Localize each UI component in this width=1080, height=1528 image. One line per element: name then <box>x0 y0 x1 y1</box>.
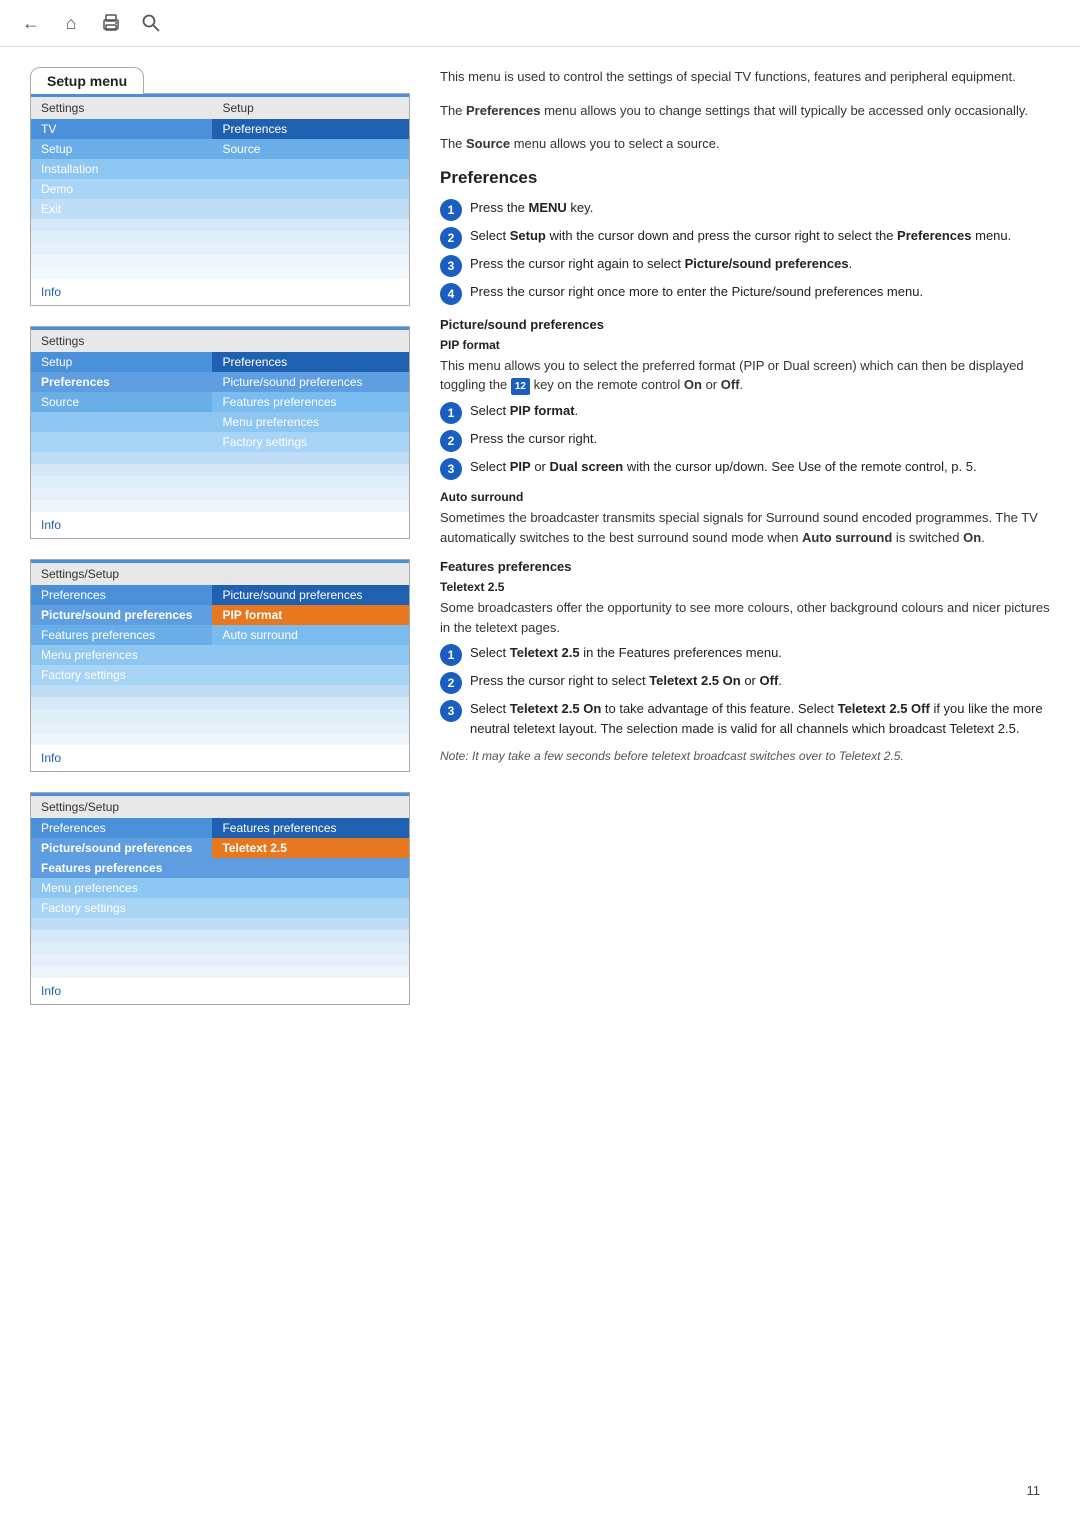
table-row[interactable]: Preferences Features preferences <box>31 818 409 838</box>
teletext-step-3: 3 Select Teletext 2.5 On to take advanta… <box>440 699 1050 738</box>
auto-surround-title: Auto surround <box>440 490 1050 504</box>
table-row <box>31 942 409 954</box>
table-row <box>31 685 409 697</box>
panel-3-table: Settings/Setup Preferences Picture/sound… <box>31 563 409 745</box>
panel-2-info: Info <box>31 512 409 538</box>
pip-step-2: 2 Press the cursor right. <box>440 429 1050 452</box>
table-row: Factory settings <box>31 665 409 685</box>
table-row[interactable]: Preferences Picture/sound preferences <box>31 372 409 392</box>
back-icon[interactable]: ← <box>20 12 42 34</box>
panel-1-header-right: Setup <box>212 97 409 119</box>
table-row[interactable]: Features preferences <box>31 858 409 878</box>
table-row <box>31 243 409 255</box>
toolbar: ← ⌂ <box>0 0 1080 47</box>
table-row <box>31 954 409 966</box>
auto-surround-body: Sometimes the broadcaster transmits spec… <box>440 508 1050 547</box>
table-row <box>31 476 409 488</box>
step-2: 2 Select Setup with the cursor down and … <box>440 226 1050 249</box>
intro-text-3: The Source menu allows you to select a s… <box>440 134 1050 154</box>
panel-1-header-left: Settings <box>31 97 212 119</box>
teletext-steps: 1 Select Teletext 2.5 in the Features pr… <box>440 643 1050 738</box>
panel-3-header: Settings/Setup <box>31 563 409 585</box>
table-row: Factory settings <box>31 898 409 918</box>
table-row <box>31 697 409 709</box>
panel-1-header: Settings Setup <box>31 97 409 119</box>
table-row <box>31 709 409 721</box>
section-preferences-title: Preferences <box>440 168 1050 188</box>
table-row <box>31 464 409 476</box>
panel-4-info: Info <box>31 978 409 1004</box>
panel-3: Settings/Setup Preferences Picture/sound… <box>30 559 410 772</box>
teletext-body: Some broadcasters offer the opportunity … <box>440 598 1050 637</box>
teletext-title: Teletext 2.5 <box>440 580 1050 594</box>
table-row: Menu preferences <box>31 412 409 432</box>
table-row[interactable]: Demo <box>31 179 409 199</box>
table-row <box>31 966 409 978</box>
table-row[interactable]: Exit <box>31 199 409 219</box>
table-row <box>31 267 409 279</box>
table-row <box>31 488 409 500</box>
right-column: This menu is used to control the setting… <box>440 67 1050 1025</box>
table-row[interactable]: Picture/sound preferences PIP format <box>31 605 409 625</box>
panel-4: Settings/Setup Preferences Features pref… <box>30 792 410 1005</box>
panel-2-table: Settings Setup Preferences Preferences P… <box>31 330 409 512</box>
step-3: 3 Press the cursor right again to select… <box>440 254 1050 277</box>
panel-4-table: Settings/Setup Preferences Features pref… <box>31 796 409 978</box>
table-row[interactable]: Setup Source <box>31 139 409 159</box>
intro-text-2: The Preferences menu allows you to chang… <box>440 101 1050 121</box>
table-row[interactable]: Preferences Picture/sound preferences <box>31 585 409 605</box>
teletext-step-2: 2 Press the cursor right to select Telet… <box>440 671 1050 694</box>
step-1: 1 Press the MENU key. <box>440 198 1050 221</box>
table-row <box>31 733 409 745</box>
table-row <box>31 500 409 512</box>
setup-menu-title: Setup menu <box>30 67 144 94</box>
page-content: Setup menu Settings Setup TV Preferences… <box>0 47 1080 1045</box>
page-number: 11 <box>1027 1483 1041 1498</box>
table-row[interactable]: Picture/sound preferences Teletext 2.5 <box>31 838 409 858</box>
teletext-step-1: 1 Select Teletext 2.5 in the Features pr… <box>440 643 1050 666</box>
table-row: Menu preferences <box>31 645 409 665</box>
features-pref-title: Features preferences <box>440 559 1050 574</box>
teletext-note: Note: It may take a few seconds before t… <box>440 748 1050 765</box>
search-icon[interactable] <box>140 12 162 34</box>
intro-text-1: This menu is used to control the setting… <box>440 67 1050 87</box>
table-row <box>31 219 409 231</box>
table-row[interactable]: TV Preferences <box>31 119 409 139</box>
table-row[interactable]: Setup Preferences <box>31 352 409 372</box>
panel-2: Settings Setup Preferences Preferences P… <box>30 326 410 539</box>
table-row[interactable]: Source Features preferences <box>31 392 409 412</box>
panel-1: Settings Setup TV Preferences Setup Sour… <box>30 93 410 306</box>
step-4: 4 Press the cursor right once more to en… <box>440 282 1050 305</box>
table-row <box>31 452 409 464</box>
table-row <box>31 231 409 243</box>
pip-format-title: PIP format <box>440 338 1050 352</box>
table-row[interactable]: Installation <box>31 159 409 179</box>
panel-4-header: Settings/Setup <box>31 796 409 818</box>
table-row <box>31 721 409 733</box>
table-row <box>31 918 409 930</box>
pip-format-body: This menu allows you to select the prefe… <box>440 356 1050 396</box>
table-row: Factory settings <box>31 432 409 452</box>
table-row: Menu preferences <box>31 878 409 898</box>
table-row[interactable]: Features preferences Auto surround <box>31 625 409 645</box>
pip-step-3: 3 Select PIP or Dual screen with the cur… <box>440 457 1050 480</box>
print-icon[interactable] <box>100 12 122 34</box>
preferences-steps: 1 Press the MENU key. 2 Select Setup wit… <box>440 198 1050 305</box>
pic-sound-title: Picture/sound preferences <box>440 317 1050 332</box>
panel-3-info: Info <box>31 745 409 771</box>
panel-1-table: Settings Setup TV Preferences Setup Sour… <box>31 97 409 279</box>
panel-1-info: Info <box>31 279 409 305</box>
home-icon[interactable]: ⌂ <box>60 12 82 34</box>
pip-step-1: 1 Select PIP format. <box>440 401 1050 424</box>
pip-icon: 12 <box>511 378 530 395</box>
pip-steps: 1 Select PIP format. 2 Press the cursor … <box>440 401 1050 480</box>
left-column: Setup menu Settings Setup TV Preferences… <box>30 67 410 1025</box>
panel-2-header: Settings <box>31 330 409 352</box>
table-row <box>31 930 409 942</box>
table-row <box>31 255 409 267</box>
